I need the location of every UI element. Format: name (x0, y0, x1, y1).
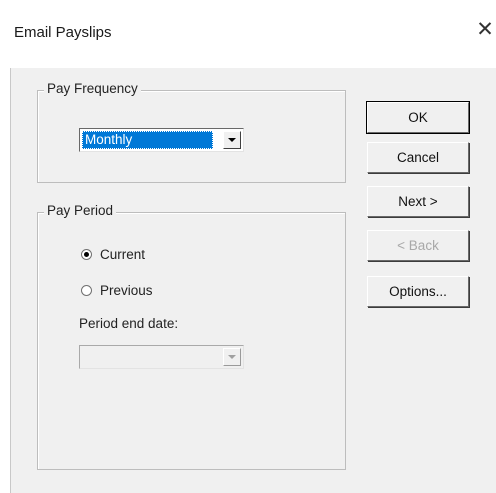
radio-current-indicator[interactable] (81, 249, 92, 260)
dialog-title: Email Payslips (14, 24, 112, 41)
pay-frequency-legend: Pay Frequency (44, 81, 141, 96)
pay-period-legend: Pay Period (44, 203, 117, 218)
radio-current-label: Current (100, 247, 146, 262)
chevron-down-icon (228, 355, 236, 359)
title-bar[interactable]: Email Payslips ✕ (0, 0, 496, 68)
back-button[interactable]: < Back (367, 230, 469, 261)
email-payslips-dialog: Email Payslips ✕ Pay Frequency Monthly P… (0, 0, 496, 493)
options-button[interactable]: Options... (367, 276, 469, 307)
close-icon[interactable]: ✕ (474, 19, 496, 40)
period-end-date-dropdown-button[interactable] (223, 348, 241, 366)
period-end-date-label: Period end date: (79, 316, 179, 331)
radio-previous-label: Previous (100, 283, 153, 298)
pay-frequency-selected-value: Monthly (82, 131, 213, 149)
radio-previous-indicator[interactable] (81, 285, 92, 296)
chevron-down-icon (228, 138, 236, 142)
cancel-button[interactable]: Cancel (367, 142, 469, 173)
pay-frequency-dropdown-button[interactable] (223, 131, 241, 149)
period-end-date-select[interactable] (79, 345, 244, 369)
ok-button[interactable]: OK (366, 101, 470, 134)
next-button[interactable]: Next > (367, 186, 469, 217)
pay-frequency-select[interactable]: Monthly (79, 128, 244, 152)
